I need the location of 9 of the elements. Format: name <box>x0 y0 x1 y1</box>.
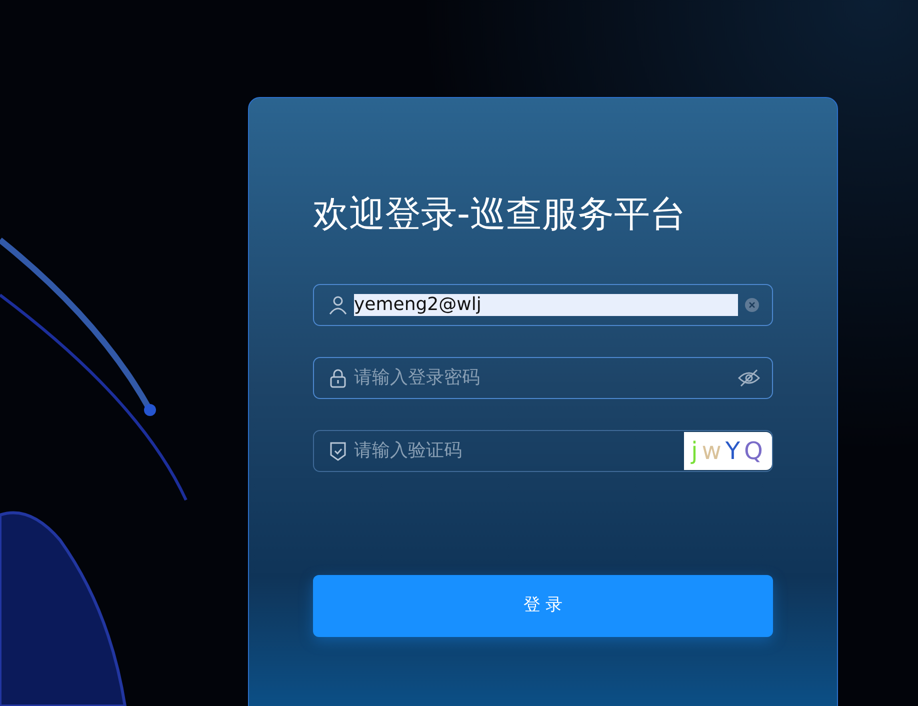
lock-icon <box>328 368 348 388</box>
user-icon <box>328 295 348 316</box>
clear-icon[interactable] <box>744 297 760 314</box>
login-button[interactable]: 登 录 <box>313 575 773 638</box>
shield-check-icon <box>328 441 348 462</box>
hidden-eye-icon[interactable] <box>738 368 760 388</box>
login-title: 欢迎登录-巡查服务平台 <box>313 193 687 236</box>
password-field[interactable]: 请输入登录密码 <box>313 357 773 400</box>
username-field[interactable]: yemeng2@wlj <box>313 284 773 326</box>
